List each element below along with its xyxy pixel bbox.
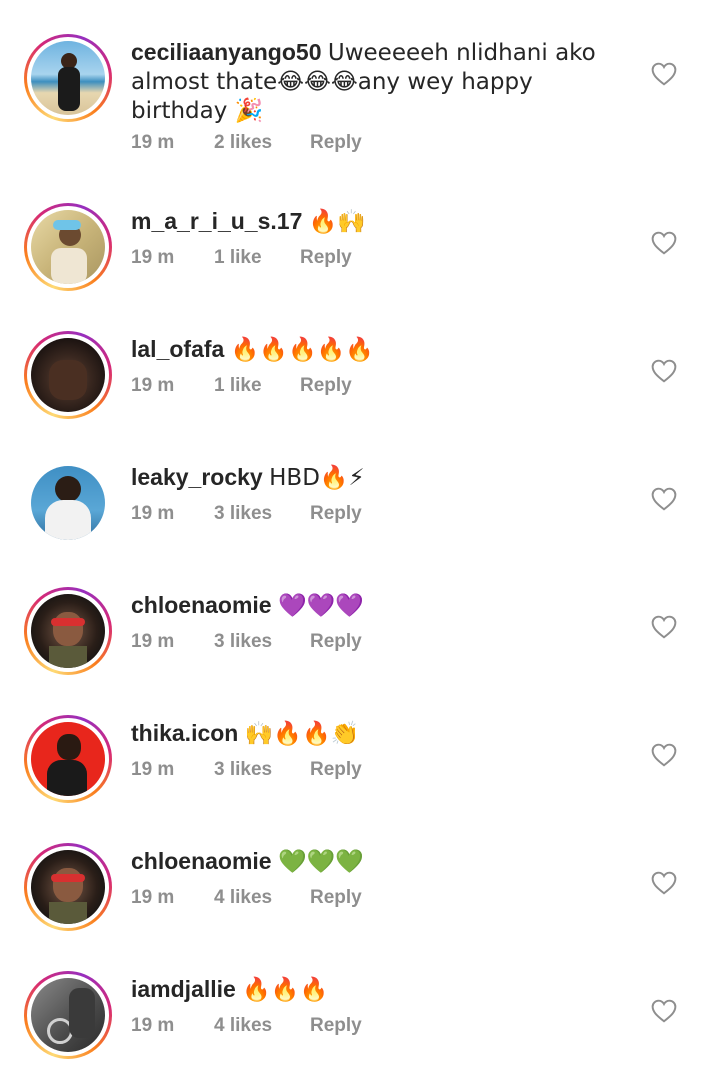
comment-text: 💚💚💚 — [278, 849, 364, 875]
reply-button[interactable]: Reply — [310, 631, 362, 653]
heart-outline-icon[interactable] — [651, 487, 677, 511]
reply-button[interactable]: Reply — [310, 503, 362, 525]
comment-username[interactable]: ceciliaanyango50 — [131, 39, 322, 65]
comment-text: 🔥🔥🔥🔥🔥 — [230, 337, 374, 363]
heart-outline-icon[interactable] — [651, 871, 677, 895]
comment-time: 19 m — [131, 247, 175, 268]
comment-time: 19 m — [131, 1015, 175, 1036]
reply-button[interactable]: Reply — [310, 887, 362, 909]
reply-button[interactable]: Reply — [300, 247, 352, 269]
avatar[interactable] — [24, 715, 112, 803]
comment-username[interactable]: lal_ofafa — [131, 336, 224, 362]
avatar[interactable] — [24, 971, 112, 1059]
comment-text: HBD🔥⚡ — [269, 465, 365, 491]
comment-likes[interactable]: 1 like — [214, 375, 262, 397]
heart-outline-icon[interactable] — [651, 231, 677, 255]
heart-outline-icon[interactable] — [651, 359, 677, 383]
heart-outline-icon[interactable] — [651, 62, 677, 86]
avatar[interactable] — [24, 34, 112, 122]
comment-likes[interactable]: 3 likes — [214, 631, 272, 653]
comment-likes[interactable]: 4 likes — [214, 887, 272, 909]
avatar[interactable] — [24, 587, 112, 675]
reply-button[interactable]: Reply — [310, 759, 362, 781]
avatar[interactable] — [24, 459, 112, 547]
comment-time: 19 m — [131, 132, 175, 153]
comment-time: 19 m — [131, 631, 175, 652]
comment-likes[interactable]: 1 like — [214, 247, 262, 269]
heart-outline-icon[interactable] — [651, 743, 677, 767]
heart-outline-icon[interactable] — [651, 615, 677, 639]
avatar[interactable] — [24, 843, 112, 931]
comment-username[interactable]: chloenaomie — [131, 848, 272, 874]
reply-button[interactable]: Reply — [300, 375, 352, 397]
reply-button[interactable]: Reply — [310, 132, 362, 154]
comment-time: 19 m — [131, 503, 175, 524]
comment-username[interactable]: iamdjallie — [131, 976, 236, 1002]
comment-username[interactable]: chloenaomie — [131, 592, 272, 618]
comment-likes[interactable]: 3 likes — [214, 759, 272, 781]
comment-likes[interactable]: 4 likes — [214, 1015, 272, 1037]
comment-time: 19 m — [131, 375, 175, 396]
comment-likes[interactable]: 2 likes — [214, 132, 272, 154]
comment-text: 🔥🔥🔥 — [242, 977, 329, 1003]
comment-text: 💜💜💜 — [278, 593, 364, 619]
comment-time: 19 m — [131, 887, 175, 908]
comment-likes[interactable]: 3 likes — [214, 503, 272, 525]
heart-outline-icon[interactable] — [651, 999, 677, 1023]
reply-button[interactable]: Reply — [310, 1015, 362, 1037]
comment-text: 🙌🔥🔥👏 — [244, 721, 360, 747]
avatar[interactable] — [24, 203, 112, 291]
comment-username[interactable]: leaky_rocky — [131, 464, 263, 490]
comment-username[interactable]: thika.icon — [131, 720, 238, 746]
comment-text: 🔥🙌 — [308, 209, 367, 235]
avatar[interactable] — [24, 331, 112, 419]
comment-time: 19 m — [131, 759, 175, 780]
comment-username[interactable]: m_a_r_i_u_s.17 — [131, 208, 302, 234]
